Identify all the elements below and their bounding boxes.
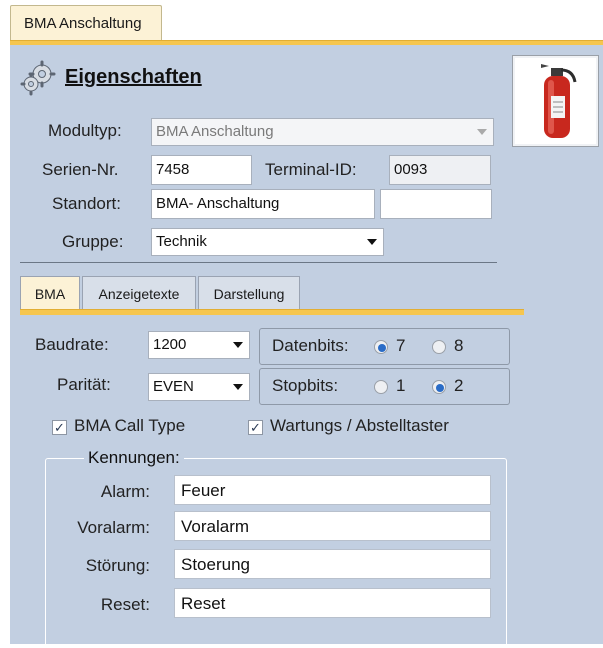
chevron-down-icon (477, 129, 487, 135)
reset-field[interactable]: Reset (174, 588, 491, 618)
stopbits-option-1: 1 (396, 376, 406, 395)
stopbits-option-2: 2 (454, 376, 464, 395)
stopbits-radio-2[interactable] (432, 380, 446, 394)
datenbits-label: Datenbits: (272, 336, 349, 355)
paritaet-value: EVEN (153, 378, 194, 395)
voralarm-field[interactable]: Voralarm (174, 511, 491, 541)
chevron-down-icon (367, 239, 377, 245)
seriennr-label: Serien-Nr. (42, 160, 119, 179)
tab-bma-anschaltung[interactable]: BMA Anschaltung (10, 5, 162, 41)
bma-call-type-label: BMA Call Type (74, 416, 186, 435)
datenbits-radio-7[interactable] (374, 340, 388, 354)
properties-title: Eigenschaften (65, 66, 202, 88)
stoerung-label: Störung: (85, 556, 150, 575)
tab-darstellung[interactable]: Darstellung (198, 276, 300, 310)
tab-anzeigetexte[interactable]: Anzeigetexte (82, 276, 196, 310)
stopbits-group: Stopbits: 1 2 (259, 368, 510, 405)
alarm-label: Alarm: (100, 482, 150, 501)
chevron-down-icon (233, 384, 243, 390)
module-image-box[interactable] (512, 55, 599, 147)
wartung-checkbox[interactable]: ✓ (248, 420, 263, 435)
stopbits-radio-1[interactable] (374, 380, 388, 394)
stoerung-field[interactable]: Stoerung (174, 549, 491, 579)
tab-bma[interactable]: BMA (20, 276, 80, 310)
modultyp-select[interactable]: BMA Anschaltung (151, 118, 494, 146)
standort-field[interactable]: BMA- Anschaltung (151, 189, 375, 219)
gears-icon (20, 60, 56, 96)
reset-label: Reset: (100, 595, 150, 614)
paritaet-label: Parität: (57, 375, 111, 394)
datenbits-radio-8[interactable] (432, 340, 446, 354)
divider (20, 262, 497, 263)
wartung-label: Wartungs / Abstelltaster (270, 416, 449, 435)
kennungen-legend: Kennungen: (84, 448, 184, 468)
terminal-id-label: Terminal-ID: (265, 160, 357, 179)
terminal-id-field[interactable]: 0093 (389, 155, 491, 185)
gruppe-select[interactable]: Technik (151, 228, 384, 256)
datenbits-group: Datenbits: 7 8 (259, 328, 510, 365)
tab-strip (20, 309, 524, 315)
datenbits-option-7: 7 (396, 336, 406, 355)
standort-label: Standort: (52, 194, 121, 213)
bma-call-type-checkbox[interactable]: ✓ (52, 420, 67, 435)
datenbits-option-8: 8 (454, 336, 464, 355)
gruppe-label: Gruppe: (62, 232, 124, 251)
gruppe-value: Technik (156, 233, 207, 250)
stopbits-label: Stopbits: (272, 376, 339, 395)
paritaet-select[interactable]: EVEN (148, 373, 250, 401)
modultyp-label: Modultyp: (48, 121, 122, 140)
chevron-down-icon (233, 342, 243, 348)
baudrate-value: 1200 (153, 336, 187, 353)
voralarm-label: Voralarm: (77, 518, 150, 537)
seriennr-field[interactable]: 7458 (151, 155, 252, 185)
modultyp-value: BMA Anschaltung (156, 123, 274, 140)
alarm-field[interactable]: Feuer (174, 475, 491, 505)
baudrate-label: Baudrate: (35, 335, 109, 354)
fire-extinguisher-icon (541, 64, 577, 138)
standort-extra-field[interactable] (380, 189, 492, 219)
baudrate-select[interactable]: 1200 (148, 331, 250, 359)
